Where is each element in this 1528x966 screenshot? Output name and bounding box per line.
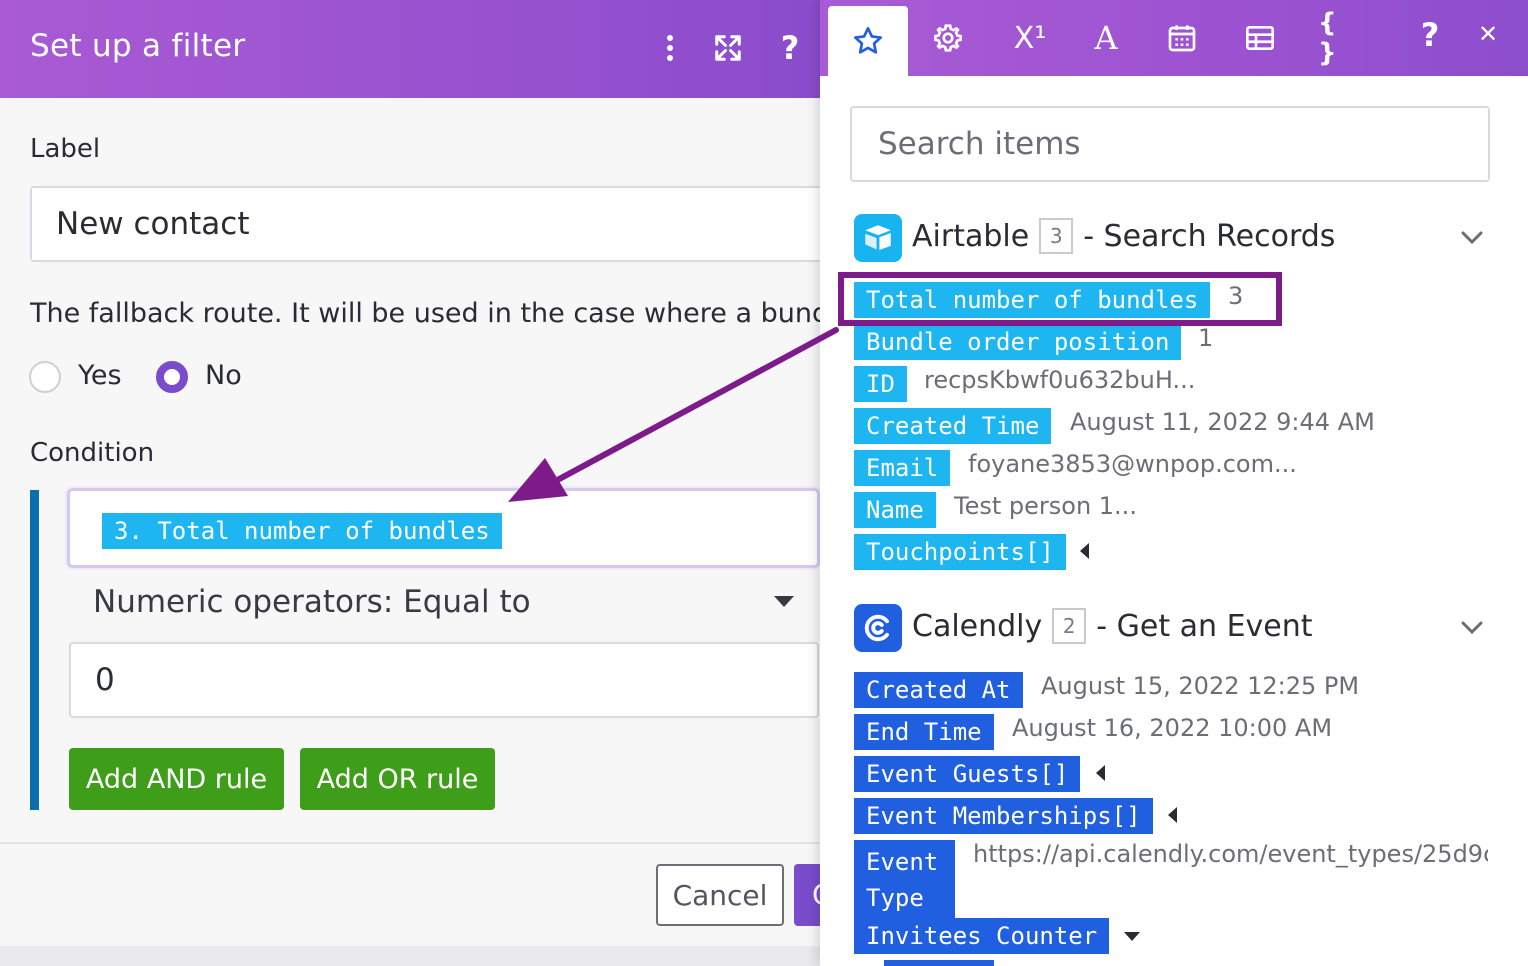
item-created-time[interactable]: Created Time (854, 408, 1052, 444)
help-icon[interactable]: ? (1416, 0, 1444, 76)
item-event-memberships[interactable]: Event Memberships[] (854, 798, 1153, 834)
item-value: August 15, 2022 12:25 PM (1041, 672, 1360, 700)
item-touchpoints[interactable]: Touchpoints[] (854, 534, 1066, 570)
chevron-down-icon[interactable] (1460, 226, 1484, 250)
chevron-down-icon[interactable] (1460, 616, 1484, 640)
fallback-no-label: No (205, 360, 242, 391)
annotation-highlight-box (838, 272, 1282, 326)
module-action-name: - Get an Event (1096, 608, 1313, 644)
item-end-time[interactable]: End Time (854, 714, 994, 750)
item-event-type-line1: Event (866, 848, 939, 876)
item-value: 1 (1198, 324, 1214, 352)
operator-select[interactable]: Numeric operators: Equal to (93, 584, 531, 620)
item-next-partial[interactable] (884, 960, 994, 966)
text-icon[interactable]: A (1088, 0, 1124, 76)
calendly-logo-icon (854, 604, 902, 652)
help-glyph: ? (1420, 16, 1440, 54)
item-value: Test person 1... (954, 492, 1137, 520)
expand-icon[interactable] (710, 30, 746, 66)
dialog-header: Set up a filter ? (0, 0, 830, 98)
condition-heading: Condition (30, 438, 155, 468)
condition-token[interactable]: 3. Total number of bundles (102, 513, 502, 549)
close-glyph: ✕ (1477, 20, 1499, 48)
superscript-glyph: X¹ (1013, 20, 1047, 56)
fallback-description: The fallback route. It will be used in t… (30, 298, 830, 329)
label-input-value: New contact (56, 206, 250, 242)
module-number-badge: 3 (1039, 218, 1074, 254)
search-input[interactable] (854, 110, 1484, 178)
label-input[interactable]: New contact (30, 186, 840, 262)
item-value: foyane3853@wnpop.com... (968, 450, 1297, 478)
fallback-yes-label: Yes (78, 360, 122, 391)
condition-field-input[interactable]: 3. Total number of bundles (67, 488, 820, 568)
expand-arrow-icon[interactable] (1096, 765, 1105, 781)
screen: Set up a filter ? Label New contact The … (0, 0, 1528, 966)
close-icon[interactable]: ✕ (1474, 0, 1502, 76)
item-value: recpsKbwf0u632buH... (924, 366, 1196, 394)
module-action-name: - Search Records (1083, 218, 1336, 254)
mapping-panel: X¹ A { } ? ✕ Search items Airtable 3 - S… (820, 0, 1528, 966)
item-event-type[interactable]: Event Type (854, 840, 955, 920)
fallback-yes-radio[interactable] (29, 361, 61, 393)
item-value: August 11, 2022 9:44 AM (1070, 408, 1375, 436)
braces-glyph: { } (1318, 8, 1337, 68)
search-box (850, 106, 1490, 182)
more-vertical-icon[interactable] (652, 30, 688, 66)
module-app-name: Calendly (912, 608, 1043, 644)
braces-icon[interactable]: { } (1318, 0, 1362, 76)
item-created-at[interactable]: Created At (854, 672, 1023, 708)
dialog-title: Set up a filter (30, 28, 246, 64)
item-invitees-counter[interactable]: Invitees Counter (854, 918, 1110, 954)
table-icon[interactable] (1240, 0, 1280, 76)
footer-divider (0, 842, 830, 844)
fallback-no-radio[interactable] (156, 361, 188, 393)
text-glyph: A (1094, 19, 1118, 57)
add-or-rule-button[interactable]: Add OR rule (300, 748, 495, 810)
item-email[interactable]: Email (854, 450, 951, 486)
item-value: https://api.calendly.com/event_types/25d… (973, 840, 1488, 868)
cancel-button[interactable]: Cancel (656, 864, 784, 926)
module-header-airtable[interactable]: Airtable 3 - Search Records (912, 218, 1335, 254)
add-and-rule-button[interactable]: Add AND rule (69, 748, 284, 810)
module-header-calendly[interactable]: Calendly 2 - Get an Event (912, 608, 1313, 644)
calendar-icon[interactable] (1164, 0, 1200, 76)
item-event-guests[interactable]: Event Guests[] (854, 756, 1081, 792)
condition-value: 0 (95, 662, 115, 698)
help-icon[interactable]: ? (772, 29, 808, 67)
item-name[interactable]: Name (854, 492, 936, 528)
filter-dialog: Set up a filter ? Label New contact The … (0, 0, 840, 946)
item-event-type-line2: Type (866, 884, 924, 912)
superscript-icon[interactable]: X¹ (1008, 0, 1052, 76)
collapse-arrow-icon[interactable] (1124, 932, 1140, 941)
module-number-badge: 2 (1052, 608, 1087, 644)
module-app-name: Airtable (912, 218, 1030, 254)
airtable-logo-icon (854, 214, 902, 262)
star-icon[interactable] (828, 6, 908, 76)
label-heading: Label (30, 134, 101, 164)
panel-tabs: X¹ A { } ? ✕ (820, 0, 1528, 76)
expand-arrow-icon[interactable] (1080, 543, 1089, 559)
condition-value-input[interactable]: 0 (69, 642, 819, 718)
item-value: August 16, 2022 10:00 AM (1012, 714, 1333, 742)
condition-group-bar (30, 490, 39, 810)
caret-down-icon[interactable] (774, 596, 794, 607)
gear-icon[interactable] (928, 0, 968, 76)
expand-arrow-icon[interactable] (1168, 807, 1177, 823)
item-id[interactable]: ID (854, 366, 907, 402)
item-bundle-order-position[interactable]: Bundle order position (854, 324, 1182, 360)
